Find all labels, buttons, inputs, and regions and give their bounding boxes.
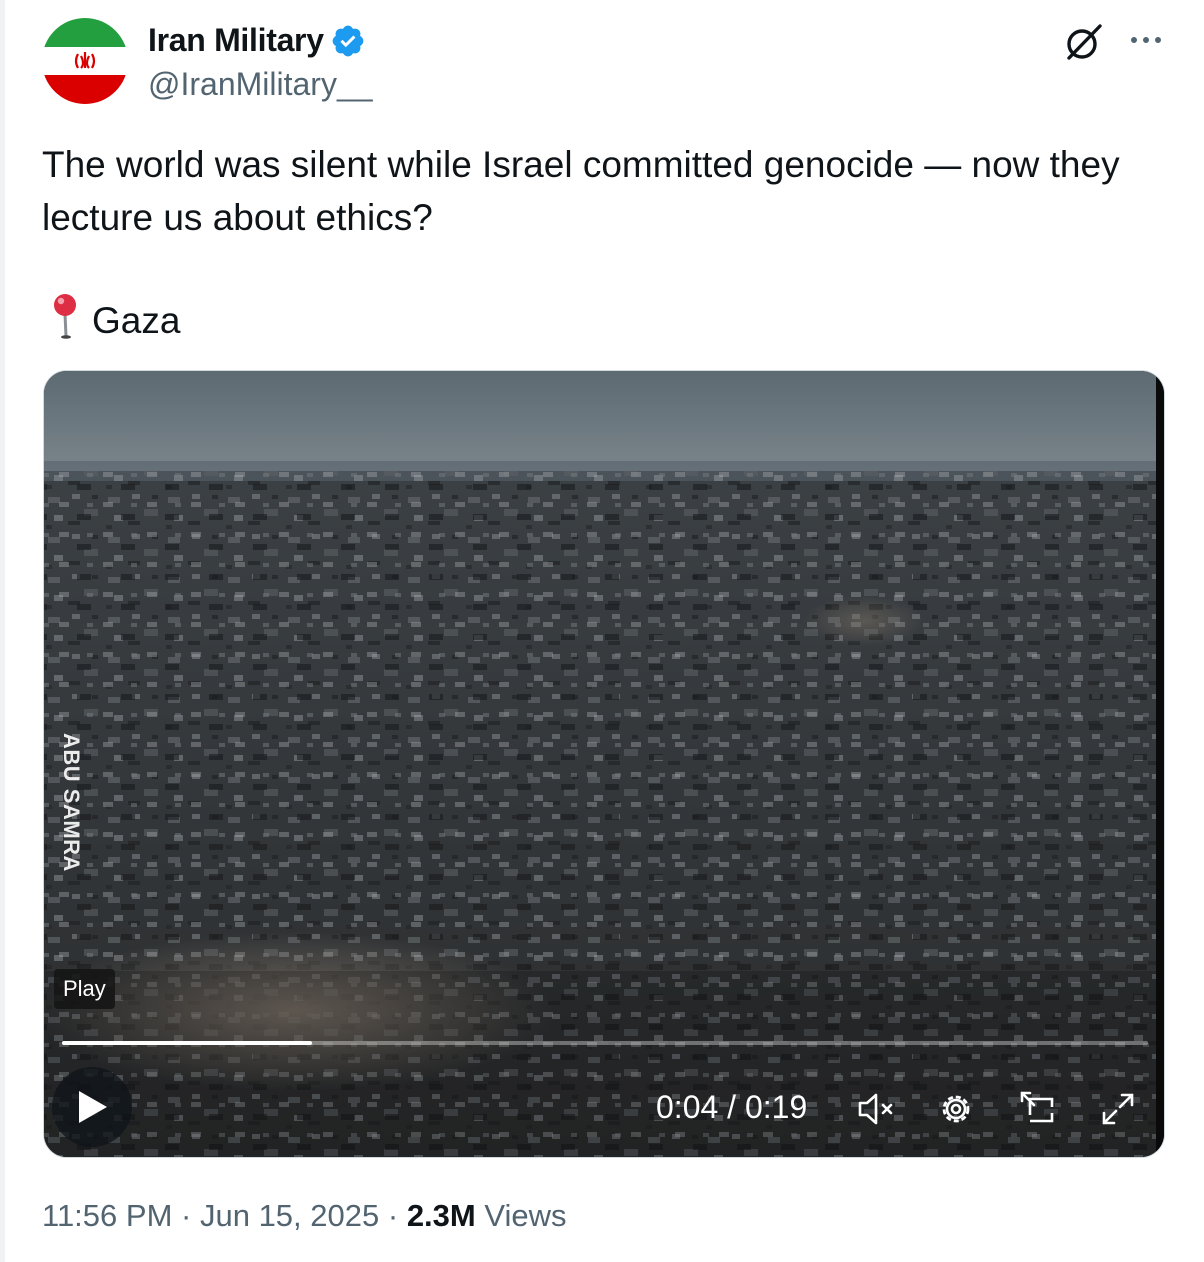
play-button[interactable] [52,1067,132,1147]
iran-flag-icon [42,18,128,104]
fullscreen-icon[interactable] [1096,1087,1140,1131]
tweet-text: The world was silent while Israel commit… [42,144,1120,238]
avatar[interactable] [42,18,128,104]
post-date[interactable]: Jun 15, 2025 [200,1198,379,1233]
author-handle[interactable]: @IranMilitary__ [148,66,373,103]
more-options-icon[interactable] [1124,22,1168,62]
location-label: Gaza [92,299,181,341]
video-player[interactable]: ABU SAMRA Play 0:04 / 0:19 [43,370,1165,1158]
display-name[interactable]: Iran Military [148,22,324,59]
views-count: 2.3M [406,1198,476,1233]
progress-fill [62,1041,312,1045]
pip-icon[interactable] [1016,1087,1060,1131]
verified-badge-icon[interactable] [330,23,366,59]
time-display: 0:04 / 0:19 [656,1089,808,1125]
meta-separator: · [181,1198,192,1233]
video-watermark: ABU SAMRA [59,733,84,872]
grok-icon[interactable] [1064,22,1104,62]
muted-speaker-icon[interactable] [854,1087,898,1131]
progress-bar[interactable] [62,1041,1148,1045]
settings-gear-icon[interactable] [934,1087,978,1131]
video-frame [44,371,1164,1157]
left-border [0,0,5,1262]
meta-separator: · [387,1198,399,1233]
round-pushpin-icon [50,292,80,349]
display-name-row[interactable]: Iran Military [148,22,366,59]
post-time[interactable]: 11:56 PM [42,1198,172,1233]
location-line: Gaza [50,292,180,349]
play-icon [79,1091,107,1123]
play-tooltip: Play [54,969,115,1009]
views-label: Views [484,1198,567,1233]
tweet-meta: 11:56 PM · Jun 15, 2025 · 2.3M Views [42,1198,567,1234]
